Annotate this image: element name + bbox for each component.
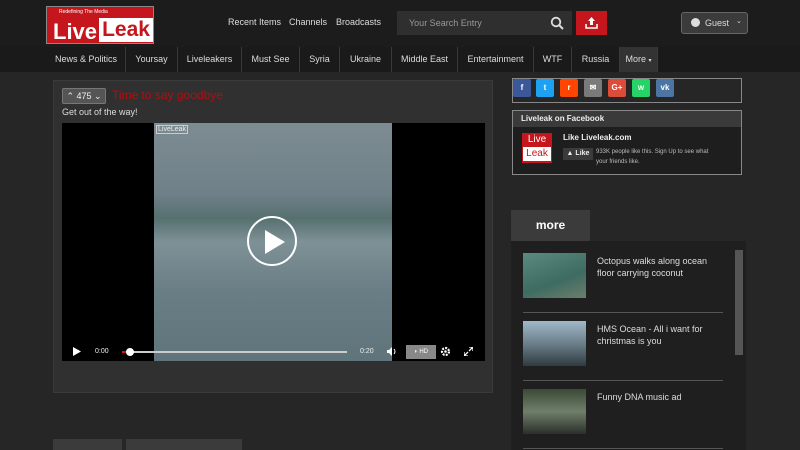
facebook-widget: Liveleak on Facebook Live Leak Like Live… [512,110,742,175]
video-frame[interactable]: LiveLeak [154,123,392,361]
video-thumbnail[interactable] [523,321,586,366]
logo-live-text: Live [53,19,98,44]
player-controls: 0:00 0:20 ◗ HD [62,343,485,361]
twitter-icon[interactable]: t [536,79,554,97]
vote-button[interactable]: ⌃ 475 ⌄ [62,88,106,104]
list-item[interactable]: HMS Ocean - All i want for christmas is … [523,321,723,381]
nav-item-yoursay[interactable]: Yoursay [126,47,178,72]
volume-icon[interactable] [387,347,397,356]
site-logo[interactable]: Redefining The Media Live Leak [46,6,154,44]
email-icon[interactable]: ✉ [584,79,602,97]
nav-more-button[interactable]: More ▾ [620,47,658,72]
video-thumbnail[interactable] [523,389,586,434]
video-link-title[interactable]: HMS Ocean - All i want for christmas is … [597,323,727,347]
list-item[interactable]: Octopus walks along ocean floor carrying… [523,253,723,313]
video-link-title[interactable]: Octopus walks along ocean floor carrying… [597,255,727,279]
site-tagline: Redefining The Media [59,9,108,15]
current-time: 0:00 [95,348,109,355]
seek-bar[interactable] [122,348,347,356]
nav-item-entertainment[interactable]: Entertainment [458,47,534,72]
more-list-scrollbar[interactable] [735,250,743,355]
nav-more-label: More [625,54,646,64]
top-bar: Redefining The Media Live Leak Recent It… [0,0,800,47]
video-player[interactable]: LiveLeak 0:00 0:20 ◗ HD [62,123,485,361]
reddit-icon[interactable]: r [560,79,578,97]
play-button-icon[interactable] [73,347,81,356]
nav-item-russia[interactable]: Russia [572,47,620,72]
search-box [397,11,572,35]
seek-knob[interactable] [126,348,134,356]
user-icon [691,18,700,27]
broadcasts-link[interactable]: Broadcasts [336,17,381,27]
facebook-like-button[interactable]: ▲ Like [563,148,593,160]
nav-item-middle-east[interactable]: Middle East [392,47,458,72]
recent-items-link[interactable]: Recent Items [228,17,281,27]
video-panel: ⌃ 475 ⌄ Time to say goodbye Get out of t… [53,80,493,393]
bottom-tab-2[interactable] [126,439,242,450]
channels-link[interactable]: Channels [289,17,327,27]
gear-icon[interactable] [440,346,451,357]
hd-label: HD [419,349,428,355]
facebook-page-name[interactable]: Like Liveleak.com [563,133,631,142]
upload-icon [585,17,598,29]
nav-item-syria[interactable]: Syria [300,47,340,72]
nav-item-ukraine[interactable]: Ukraine [340,47,392,72]
more-tab[interactable]: more [511,210,590,241]
like-label: Like [575,150,590,157]
video-link-title[interactable]: Funny DNA music ad [597,391,727,403]
facebook-widget-header: Liveleak on Facebook [513,111,741,127]
google-plus-icon[interactable]: G+ [608,79,626,97]
whatsapp-icon[interactable]: w [632,79,650,97]
video-watermark: LiveLeak [156,125,189,134]
nav-item-liveleakers[interactable]: Liveleakers [178,47,242,72]
video-thumbnail[interactable] [523,253,586,298]
logo-leak-text: Leak [99,18,153,42]
more-chevron-icon: ▾ [648,58,652,64]
more-video-list: Octopus walks along ocean floor carrying… [511,241,746,450]
fullscreen-icon[interactable] [464,347,473,356]
nav-item-wtf[interactable]: WTF [534,47,572,72]
fb-logo-leak: Leak [523,147,551,161]
video-title: Time to say goodbye [112,88,223,102]
fb-logo-live: Live [527,134,547,145]
facebook-page-logo[interactable]: Live Leak [522,133,552,163]
vote-count: 475 [76,91,92,101]
facebook-icon[interactable]: f [513,79,531,97]
search-icon[interactable] [550,16,564,30]
nav-item-must-see[interactable]: Must See [242,47,300,72]
upload-button[interactable] [576,11,607,35]
play-icon [265,230,285,254]
video-subtitle: Get out of the way! [62,107,138,117]
facebook-like-description: 933K people like this. Sign Up to see wh… [596,149,709,165]
total-time: 0:20 [360,348,374,355]
chevron-down-icon: ⌄ [736,18,742,25]
play-overlay-button[interactable] [247,216,297,266]
search-input[interactable] [397,11,542,35]
nav-item-news-politics[interactable]: News & Politics [47,47,126,72]
guest-menu-button[interactable]: Guest ⌄ [681,12,748,34]
guest-label: Guest [705,18,730,28]
vk-icon[interactable]: vk [656,79,674,97]
bottom-tab-1[interactable] [53,439,122,450]
hd-quality-button[interactable]: ◗ HD [406,345,436,359]
list-item[interactable]: Funny DNA music ad [523,389,723,449]
category-nav: News & Politics Yoursay Liveleakers Must… [0,47,800,72]
social-share-bar: f t r ✉ G+ w vk [512,78,742,103]
